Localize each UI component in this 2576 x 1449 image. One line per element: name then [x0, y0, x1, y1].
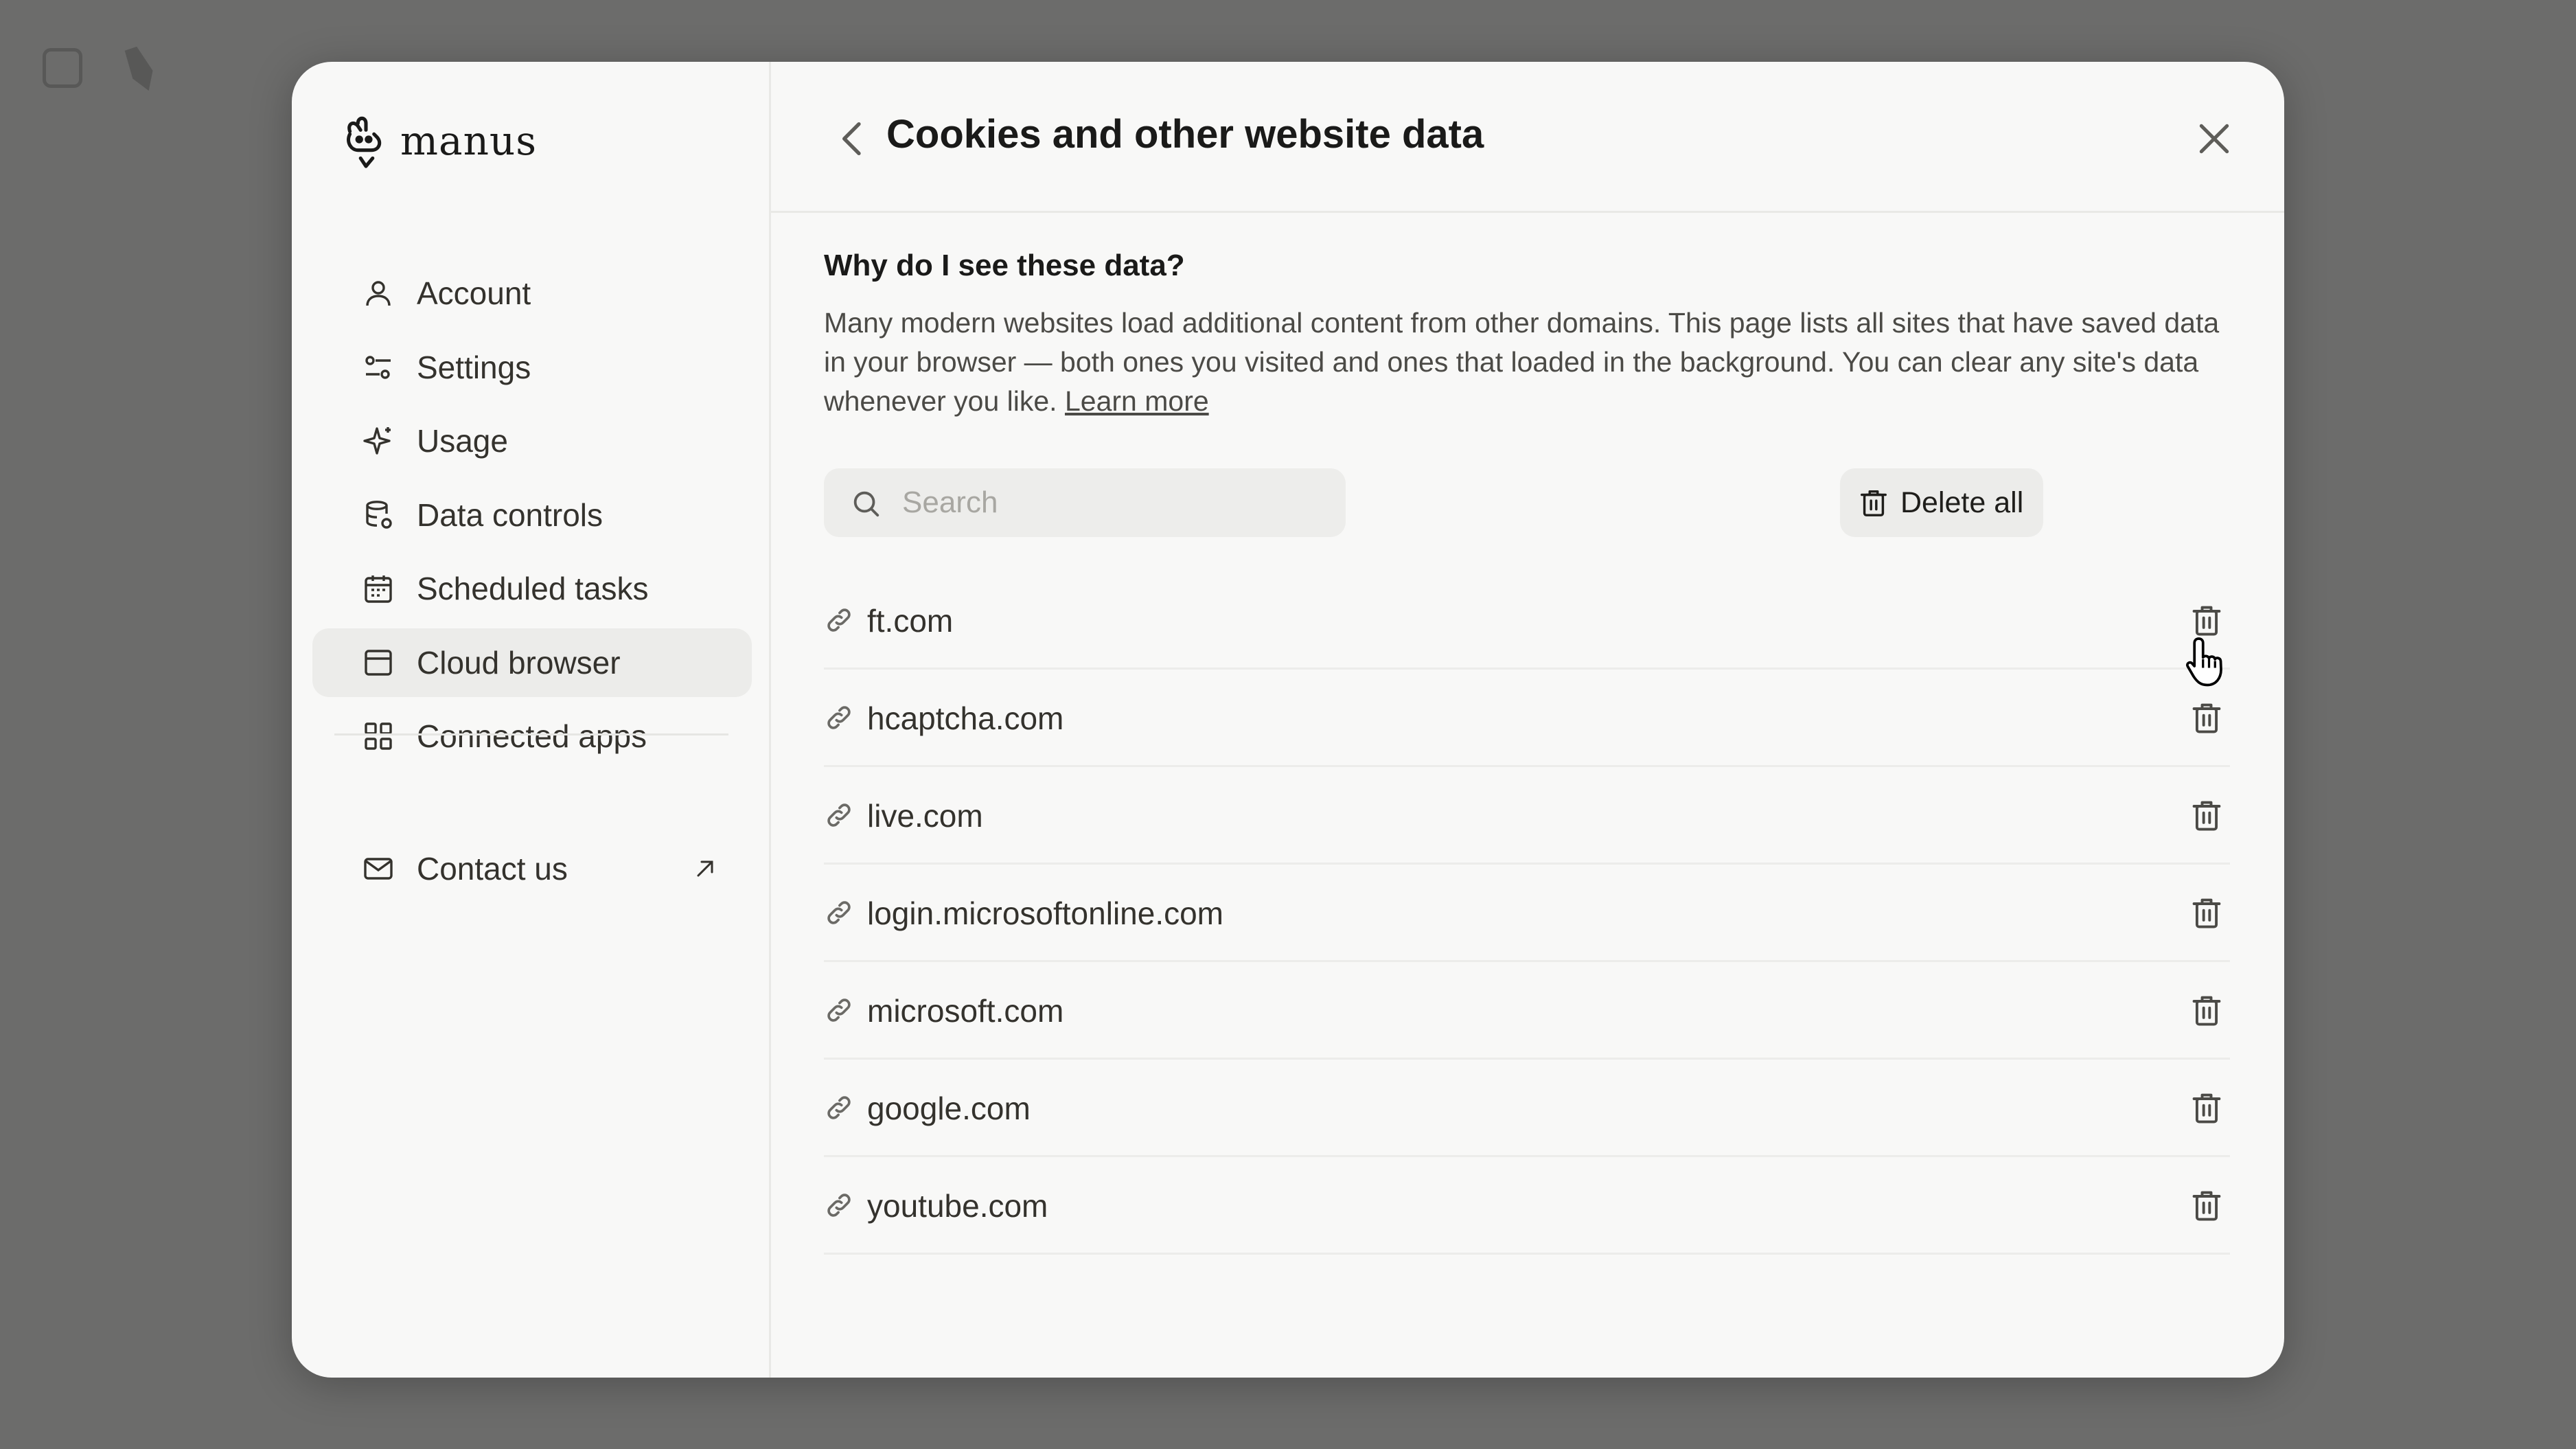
site-row[interactable]: microsoft.com [824, 962, 2230, 1060]
user-icon [366, 281, 391, 306]
panel-header: Cookies and other website data [771, 62, 2284, 213]
sidebar-item-label: Usage [417, 423, 508, 459]
site-row[interactable]: live.com [824, 767, 2230, 865]
trash-icon[interactable] [2189, 797, 2224, 833]
sidebar-item-cloud-browser[interactable]: Cloud browser [312, 628, 752, 697]
trash-icon[interactable] [2189, 895, 2224, 931]
sidebar-item-label: Contact us [417, 851, 568, 887]
site-domain: microsoft.com [867, 993, 1064, 1029]
learn-more-link[interactable]: Learn more [1065, 385, 1209, 417]
sidebar-item-data-controls[interactable]: Data controls [312, 481, 752, 549]
sidebar-item-label: Scheduled tasks [417, 571, 649, 606]
search-input[interactable] [901, 468, 1326, 537]
sidebar-item-scheduled-tasks[interactable]: Scheduled tasks [312, 554, 752, 623]
grid-icon [365, 722, 392, 750]
site-domain: hcaptcha.com [867, 700, 1064, 736]
sidebar-item-connected-apps[interactable]: Connected apps [312, 702, 752, 771]
external-link-icon [697, 860, 713, 877]
settings-modal: manus Account Settings Usage Data contro… [292, 62, 2284, 1378]
site-domain: login.microsoftonline.com [867, 895, 1224, 931]
link-icon [827, 803, 851, 827]
sidebar-toggle-icon [43, 48, 82, 88]
explanation-text: Many modern websites load additional con… [824, 304, 2238, 421]
link-icon [827, 901, 851, 924]
link-icon [827, 608, 851, 632]
calendar-icon [365, 575, 392, 603]
mail-icon [364, 858, 393, 880]
trash-icon[interactable] [2189, 602, 2224, 638]
sidebar-item-label: Cloud browser [417, 645, 621, 681]
brand-logo: manus [341, 110, 537, 172]
site-row[interactable]: ft.com [824, 572, 2230, 670]
site-domain: youtube.com [867, 1188, 1048, 1224]
background-logo-icon [124, 46, 153, 91]
site-domain: live.com [867, 798, 983, 834]
sidebar-item-label: Data controls [417, 497, 603, 533]
sparkle-icon [363, 427, 391, 455]
site-row[interactable]: login.microsoftonline.com [824, 865, 2230, 962]
trash-icon[interactable] [2189, 1187, 2224, 1223]
search-icon [853, 491, 879, 517]
brand-name: manus [400, 117, 538, 164]
link-icon [827, 999, 851, 1022]
browser-window-icon [365, 650, 392, 676]
sidebar-item-usage[interactable]: Usage [312, 407, 752, 475]
search-box[interactable] [824, 468, 1346, 537]
site-row[interactable]: google.com [824, 1060, 2230, 1157]
site-domain: google.com [867, 1091, 1031, 1126]
sliders-icon [365, 356, 391, 379]
link-icon [827, 1194, 851, 1217]
site-domain: ft.com [867, 603, 954, 639]
back-arrow-icon[interactable] [831, 117, 875, 161]
link-icon [827, 706, 851, 729]
page-title: Cookies and other website data [886, 112, 1484, 157]
sidebar-item-settings[interactable]: Settings [312, 333, 752, 402]
trash-icon[interactable] [2189, 700, 2224, 735]
delete-all-label: Delete all [1900, 486, 2024, 519]
sidebar-item-label: Account [417, 275, 531, 311]
pointer-hand-cursor-icon [2186, 637, 2222, 687]
settings-sidebar: manus Account Settings Usage Data contro… [292, 62, 771, 1378]
explanation-heading: Why do I see these data? [824, 249, 1185, 282]
delete-all-button[interactable]: Delete all [1840, 468, 2043, 537]
explanation-body: Many modern websites load additional con… [824, 307, 2220, 417]
cloud-browser-panel: Cookies and other website data Why do I … [771, 62, 2284, 1378]
trash-icon[interactable] [2189, 992, 2224, 1028]
close-icon[interactable] [2192, 117, 2236, 161]
site-row[interactable]: youtube.com [824, 1157, 2230, 1255]
sidebar-item-account[interactable]: Account [312, 259, 752, 328]
site-row[interactable]: hcaptcha.com [824, 670, 2230, 767]
sidebar-item-contact-us[interactable]: Contact us [312, 834, 752, 903]
trash-icon[interactable] [2189, 1090, 2224, 1126]
manus-logo-icon [347, 116, 382, 168]
sidebar-item-label: Settings [417, 350, 531, 385]
database-icon [366, 501, 392, 529]
trash-icon [1861, 490, 1887, 516]
sidebar-divider [334, 733, 728, 735]
sidebar-item-label: Connected apps [417, 718, 647, 754]
link-icon [827, 1096, 851, 1119]
